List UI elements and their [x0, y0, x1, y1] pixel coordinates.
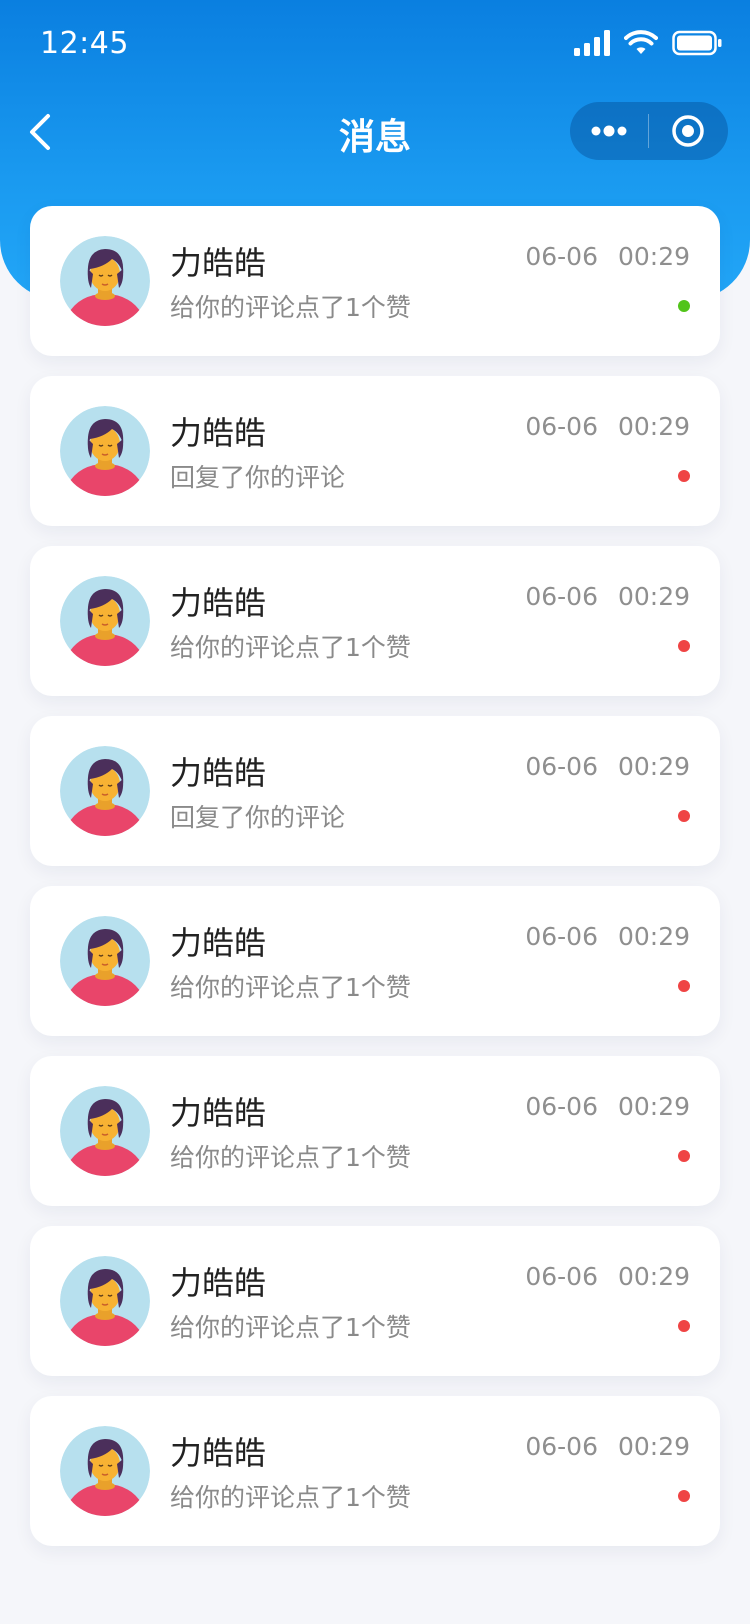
avatar[interactable] [60, 576, 150, 666]
status-dot [678, 300, 690, 312]
sender-name: 力皓皓 [170, 1264, 267, 1302]
message-time: 06-06 00:29 [525, 1092, 690, 1121]
status-dot [678, 1490, 690, 1502]
message-preview: 给你的评论点了1个赞 [170, 1483, 411, 1512]
message-date: 06-06 [525, 412, 598, 441]
message-date: 06-06 [525, 242, 598, 271]
sender-name: 力皓皓 [170, 414, 267, 452]
message-clock: 00:29 [617, 582, 690, 611]
avatar[interactable] [60, 746, 150, 836]
status-dot [678, 980, 690, 992]
nav-bar: 消息 [0, 96, 750, 168]
battery-icon [672, 30, 722, 56]
more-dots-icon [591, 125, 627, 137]
message-clock: 00:29 [617, 242, 690, 271]
message-clock: 00:29 [617, 752, 690, 781]
message-preview: 给你的评论点了1个赞 [170, 633, 411, 662]
status-time: 12:45 [40, 26, 129, 61]
status-dot [678, 640, 690, 652]
message-time: 06-06 00:29 [525, 922, 690, 951]
avatar-image [60, 1086, 150, 1176]
message-time: 06-06 00:29 [525, 752, 690, 781]
message-preview: 给你的评论点了1个赞 [170, 1143, 411, 1172]
avatar[interactable] [60, 1086, 150, 1176]
message-time: 06-06 00:29 [525, 242, 690, 271]
avatar[interactable] [60, 1256, 150, 1346]
avatar[interactable] [60, 916, 150, 1006]
message-card[interactable]: 力皓皓 给你的评论点了1个赞 06-06 00:29 [30, 546, 720, 696]
message-card[interactable]: 力皓皓 给你的评论点了1个赞 06-06 00:29 [30, 1056, 720, 1206]
avatar[interactable] [60, 406, 150, 496]
target-close-icon [672, 115, 704, 147]
message-preview: 回复了你的评论 [170, 803, 346, 832]
message-date: 06-06 [525, 1092, 598, 1121]
message-card[interactable]: 力皓皓 给你的评论点了1个赞 06-06 00:29 [30, 886, 720, 1036]
message-time: 06-06 00:29 [525, 1262, 690, 1291]
message-date: 06-06 [525, 752, 598, 781]
avatar[interactable] [60, 236, 150, 326]
message-clock: 00:29 [617, 1262, 690, 1291]
sender-name: 力皓皓 [170, 244, 267, 282]
sender-name: 力皓皓 [170, 1434, 267, 1472]
message-time: 06-06 00:29 [525, 1432, 690, 1461]
sender-name: 力皓皓 [170, 584, 267, 622]
sender-name: 力皓皓 [170, 924, 267, 962]
message-date: 06-06 [525, 582, 598, 611]
message-card[interactable]: 力皓皓 回复了你的评论 06-06 00:29 [30, 376, 720, 526]
status-dot [678, 810, 690, 822]
status-dot [678, 1320, 690, 1332]
avatar-image [60, 916, 150, 1006]
message-date: 06-06 [525, 1262, 598, 1291]
avatar-image [60, 1426, 150, 1516]
avatar[interactable] [60, 1426, 150, 1516]
signal-icon [574, 30, 610, 56]
message-preview: 给你的评论点了1个赞 [170, 973, 411, 1002]
message-clock: 00:29 [617, 1092, 690, 1121]
message-card[interactable]: 力皓皓 给你的评论点了1个赞 06-06 00:29 [30, 206, 720, 356]
message-preview: 回复了你的评论 [170, 463, 346, 492]
message-clock: 00:29 [617, 1432, 690, 1461]
avatar-image [60, 576, 150, 666]
message-card[interactable]: 力皓皓 给你的评论点了1个赞 06-06 00:29 [30, 1226, 720, 1376]
sender-name: 力皓皓 [170, 1094, 267, 1132]
message-date: 06-06 [525, 1432, 598, 1461]
wifi-icon [624, 30, 658, 54]
status-bar: 12:45 [0, 0, 750, 90]
message-card[interactable]: 力皓皓 回复了你的评论 06-06 00:29 [30, 716, 720, 866]
mini-program-capsule [570, 102, 728, 160]
close-miniprogram-button[interactable] [649, 102, 727, 160]
message-clock: 00:29 [617, 922, 690, 951]
avatar-image [60, 406, 150, 496]
avatar-image [60, 236, 150, 326]
sender-name: 力皓皓 [170, 754, 267, 792]
status-dot [678, 470, 690, 482]
avatar-image [60, 1256, 150, 1346]
avatar-image [60, 746, 150, 836]
message-time: 06-06 00:29 [525, 412, 690, 441]
status-icons [574, 30, 722, 56]
more-button[interactable] [570, 102, 648, 160]
message-clock: 00:29 [617, 412, 690, 441]
message-date: 06-06 [525, 922, 598, 951]
message-card[interactable]: 力皓皓 给你的评论点了1个赞 06-06 00:29 [30, 1396, 720, 1546]
status-dot [678, 1150, 690, 1162]
message-preview: 给你的评论点了1个赞 [170, 293, 411, 322]
message-time: 06-06 00:29 [525, 582, 690, 611]
message-list: 力皓皓 给你的评论点了1个赞 06-06 00:29 力皓皓 回复了你的评论 0… [30, 206, 720, 1566]
message-preview: 给你的评论点了1个赞 [170, 1313, 411, 1342]
